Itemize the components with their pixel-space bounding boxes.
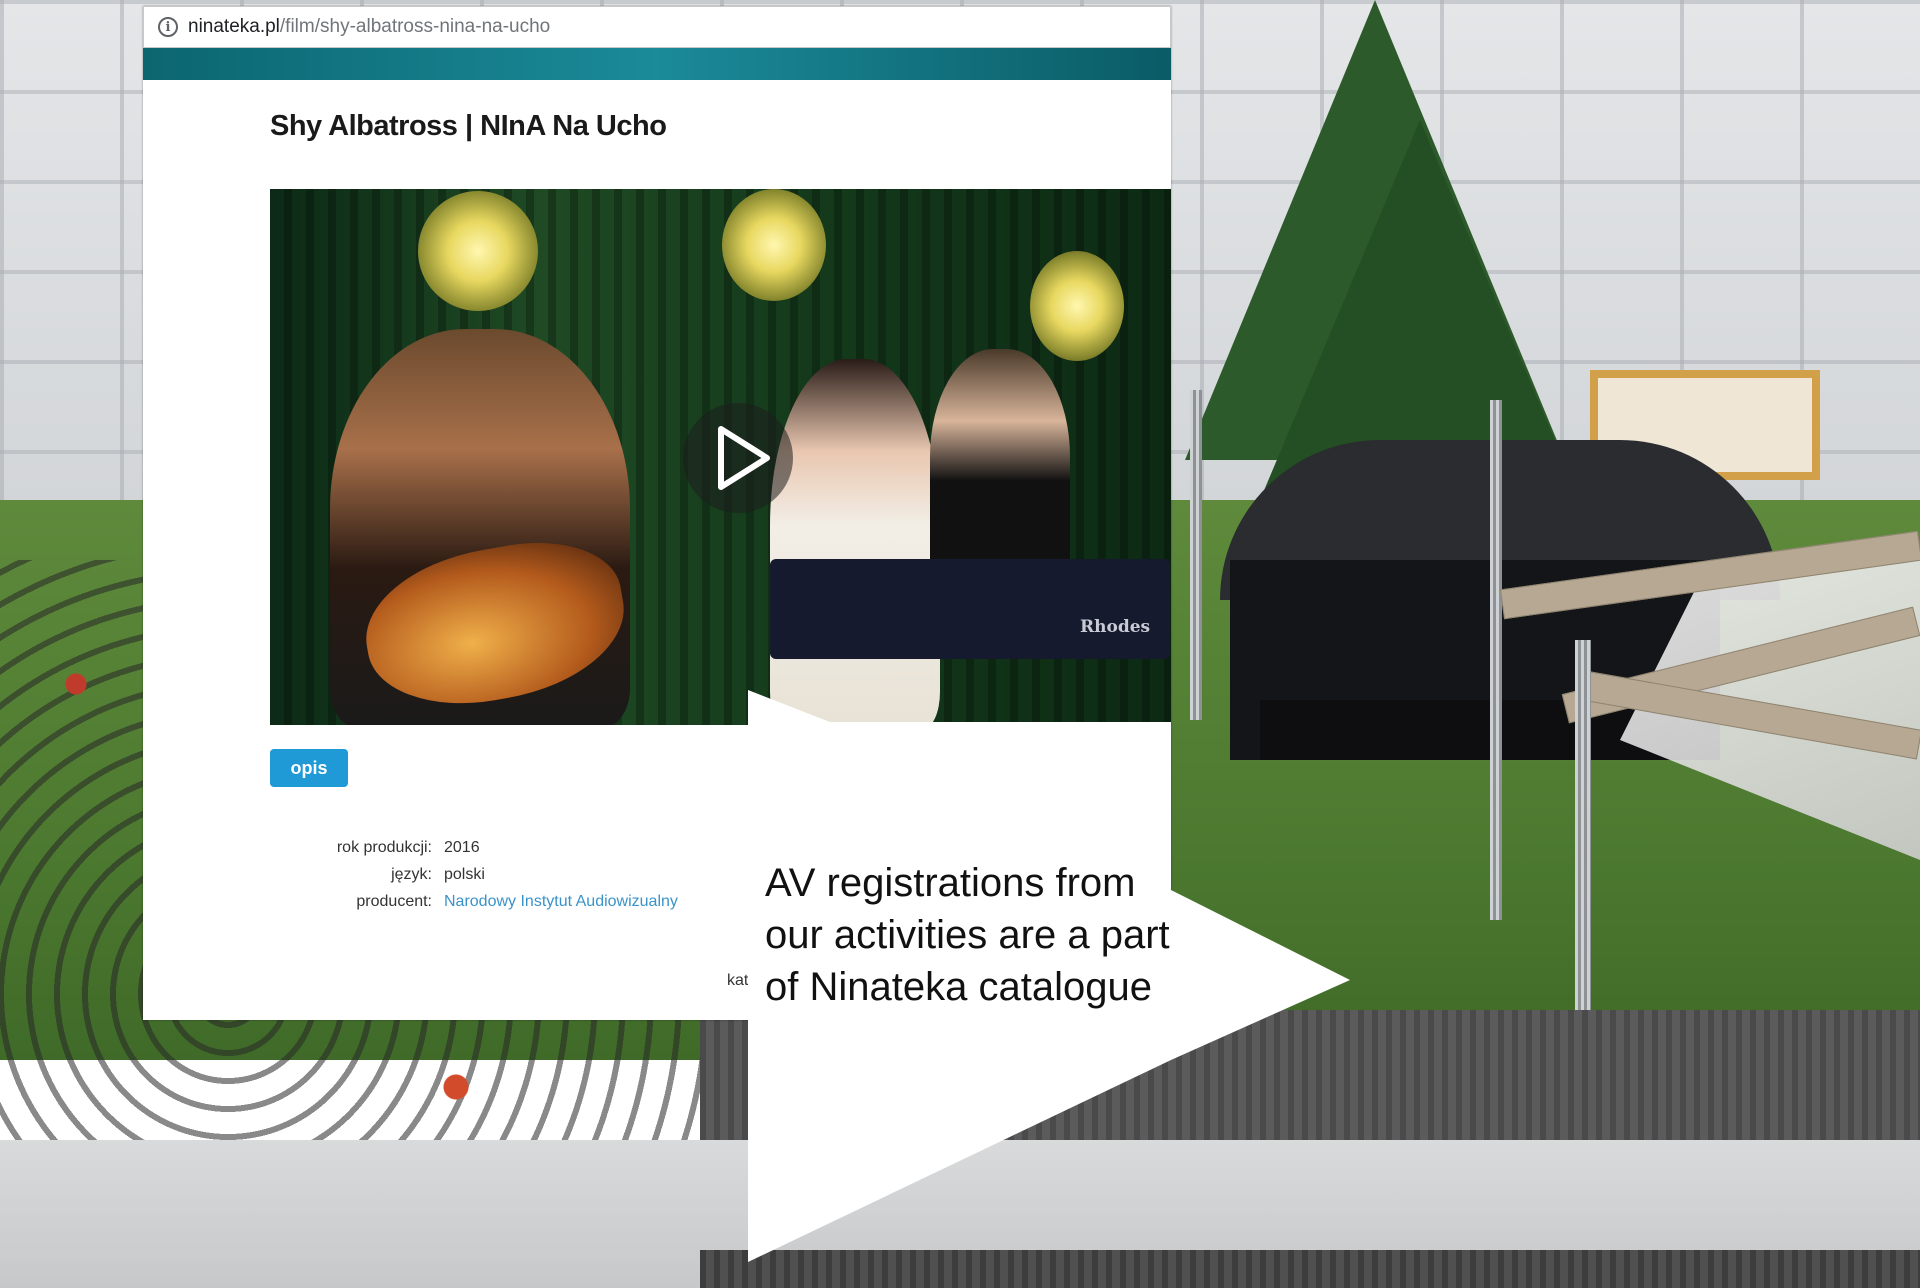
metadata-label: język:: [391, 865, 432, 883]
truss-tower-right: [1490, 400, 1502, 920]
page-title: Shy Albatross | NInA Na Ucho: [270, 110, 667, 142]
url-domain: ninateka.pl: [188, 16, 280, 37]
video-player[interactable]: Rhodes: [270, 189, 1171, 725]
pianist: [930, 349, 1070, 589]
metadata-label: producent:: [356, 892, 432, 910]
site-header-bar: [143, 48, 1171, 80]
wooden-deck: [700, 1010, 1920, 1160]
metadata-row-language: język: polski: [270, 861, 678, 888]
metadata-label: rok produkcji:: [336, 838, 432, 856]
play-button[interactable]: [683, 403, 793, 513]
truss-tower-left: [1190, 390, 1202, 720]
address-bar[interactable]: i ninateka.pl/film/shy-albatross-nina-na…: [143, 6, 1171, 48]
metadata-row-producer: producent: Narodowy Instytut Audiowizual…: [270, 888, 678, 915]
metadata-value: polski: [444, 865, 485, 883]
truncated-text: kat: [727, 972, 749, 989]
metadata-list: rok produkcji: 2016 język: polski produc…: [270, 834, 678, 915]
stage-lamp-2: [722, 189, 826, 301]
producer-link[interactable]: Narodowy Instytut Audiowizualny: [444, 893, 678, 911]
rhodes-piano: [770, 559, 1170, 659]
wooden-deck-bottom: [700, 1250, 1920, 1288]
metadata-row-year: rok produkcji: 2016: [270, 834, 678, 861]
url-path: /film/shy-albatross-nina-na-ucho: [279, 16, 551, 37]
keyboard-brand-label: Rhodes: [1080, 617, 1151, 637]
play-icon: [718, 426, 770, 490]
stage-lamp-3: [1030, 251, 1124, 361]
tab-opis[interactable]: opis: [270, 749, 348, 787]
stage-lamp-1: [418, 191, 538, 311]
info-icon[interactable]: i: [158, 17, 178, 37]
metadata-value: 2016: [444, 838, 480, 856]
callout-text: AV registrations from our activities are…: [765, 861, 1170, 1009]
url-text[interactable]: ninateka.pl/film/shy-albatross-nina-na-u…: [188, 16, 550, 38]
singer: [770, 359, 940, 725]
